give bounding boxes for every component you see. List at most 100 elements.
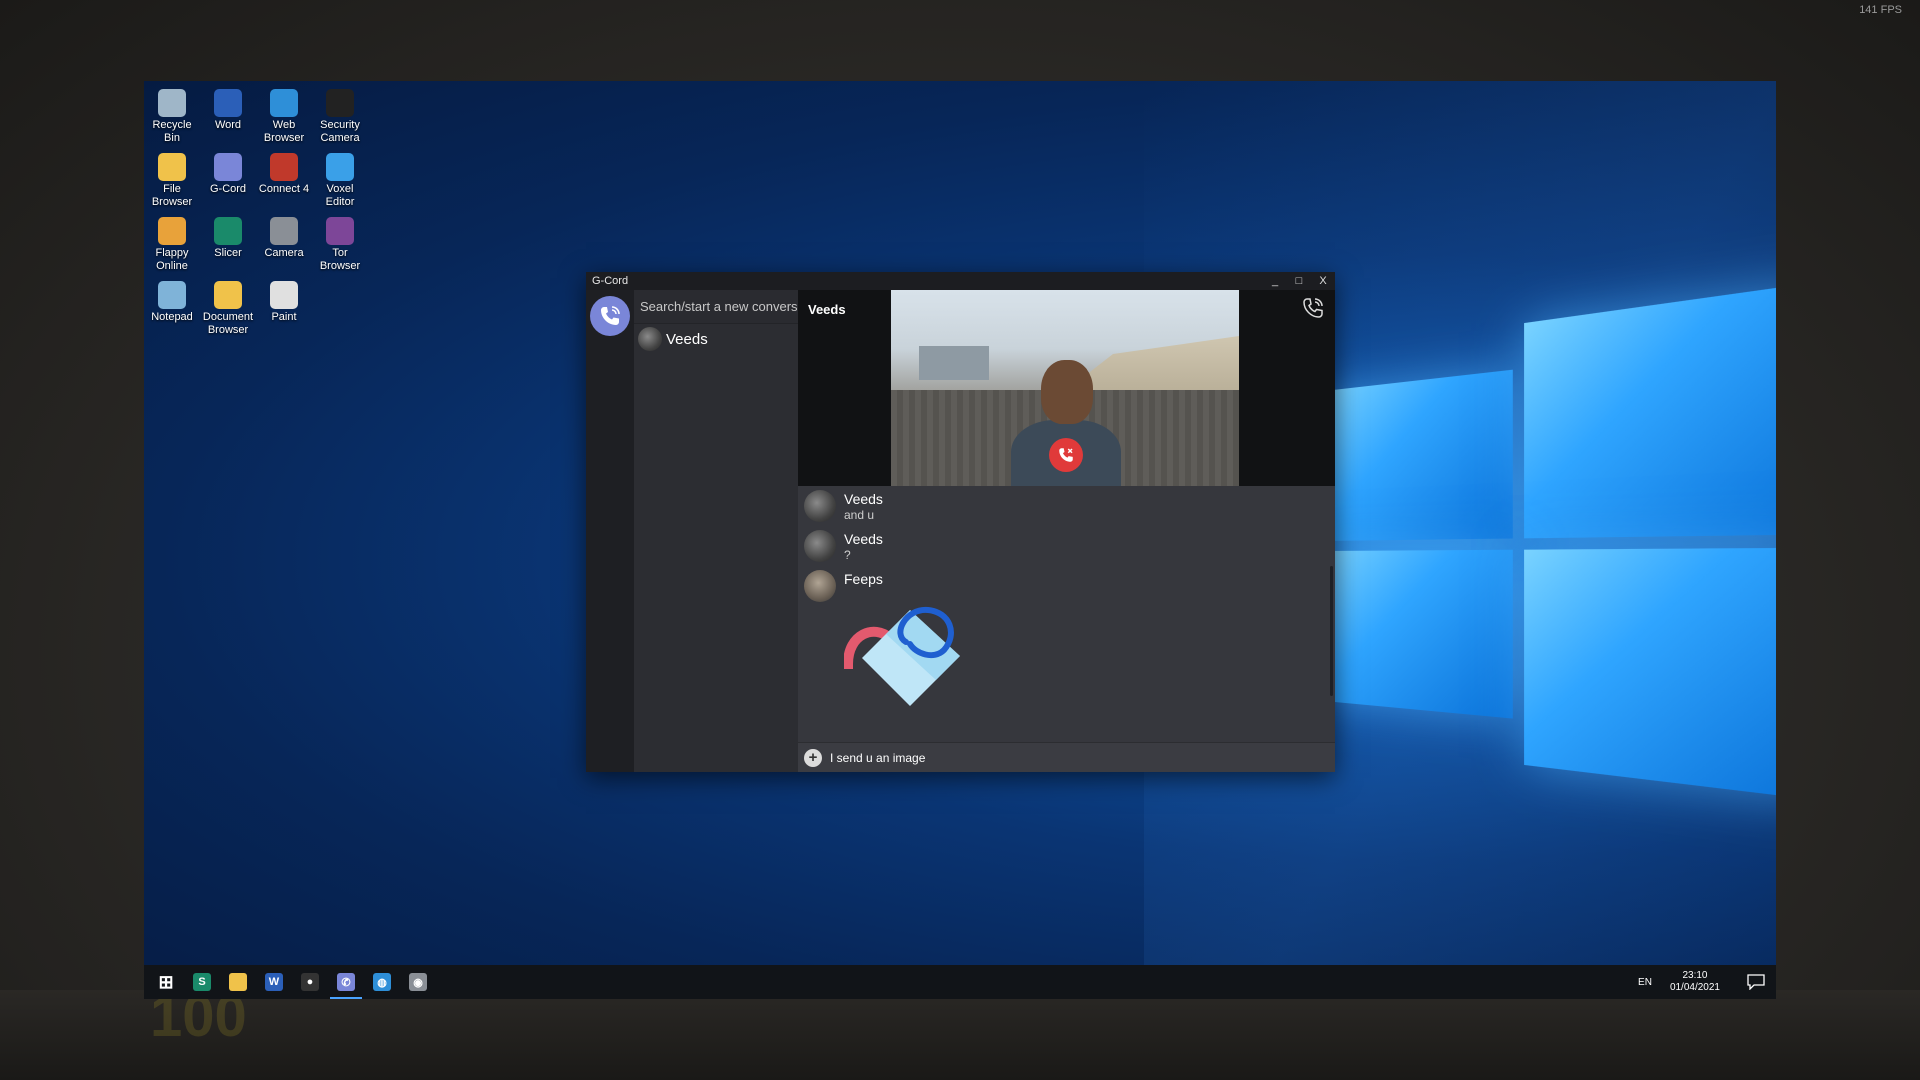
conversation-item[interactable]: Veeds — [634, 324, 798, 354]
call-button[interactable] — [1301, 296, 1325, 325]
tor-onion-icon — [326, 217, 354, 245]
language-indicator[interactable]: EN — [1638, 977, 1652, 988]
desktop-icon[interactable]: Camera — [256, 217, 312, 281]
desktop-icon-grid: Recycle Bin Word Web Browser Security Camer… — [144, 89, 384, 345]
notification-button[interactable] — [1736, 965, 1776, 999]
phone-icon — [601, 306, 620, 325]
desktop-icon[interactable]: Document Browser — [200, 281, 256, 345]
windows-logo-wallpaper — [1324, 282, 1776, 839]
desktop-icon-label: Web Browser — [263, 119, 305, 144]
notification-icon — [1747, 974, 1765, 990]
desktop-icon[interactable]: Paint — [256, 281, 312, 345]
hangup-button[interactable] — [1049, 438, 1083, 472]
gcord-icon: ✆ — [337, 973, 355, 991]
hangup-icon — [1059, 448, 1073, 462]
taskbar-security-camera[interactable]: ● — [292, 965, 328, 999]
camera-icon — [270, 217, 298, 245]
start-button[interactable]: ⊞ — [148, 965, 184, 999]
message: Veeds and u — [804, 490, 1335, 522]
slicer-icon: S — [193, 973, 211, 991]
message-author: Veeds — [844, 491, 883, 507]
folder-icon — [229, 973, 247, 991]
notepad-icon — [158, 281, 186, 309]
desktop-icon[interactable]: G-Cord — [200, 153, 256, 217]
message-author: Veeds — [844, 531, 883, 547]
desktop-icon[interactable]: Word — [200, 89, 256, 153]
globe-icon: ◍ — [373, 973, 391, 991]
search-input[interactable]: Search/start a new conversation — [634, 290, 798, 324]
avatar — [804, 570, 836, 602]
game-floor — [0, 990, 1920, 1080]
desktop-icon[interactable]: Connect 4 — [256, 153, 312, 217]
window-title: G-Cord — [592, 275, 629, 287]
taskbar-web-browser[interactable]: ◍ — [364, 965, 400, 999]
gcord-titlebar[interactable]: G-Cord _ □ X — [586, 272, 1335, 290]
windows-start-icon: ⊞ — [158, 971, 174, 992]
flappy-bird-icon — [158, 217, 186, 245]
paint-palette-icon — [270, 281, 298, 309]
desktop-icon[interactable]: Flappy Online — [144, 217, 200, 281]
message-image[interactable] — [842, 594, 984, 729]
paint-bucket-image — [842, 606, 960, 706]
clock-time: 23:10 — [1682, 970, 1708, 981]
desktop-icon-label: File Browser — [151, 183, 193, 208]
close-button[interactable]: X — [1311, 275, 1335, 287]
camera-icon: ◉ — [409, 973, 427, 991]
avatar — [638, 327, 662, 351]
desktop-icon[interactable]: Notepad — [144, 281, 200, 345]
desktop-icon[interactable]: File Browser — [144, 153, 200, 217]
desktop-icon-label: Document Browser — [202, 311, 254, 336]
word-icon — [214, 89, 242, 117]
desktop-icon[interactable]: Voxel Editor — [312, 153, 368, 217]
maximize-button[interactable]: □ — [1287, 275, 1311, 287]
desktop-icon[interactable]: Slicer — [200, 217, 256, 281]
taskbar-word[interactable]: W — [256, 965, 292, 999]
clock[interactable]: 23:10 01/04/2021 — [1670, 970, 1720, 994]
globe-icon — [270, 89, 298, 117]
message: Veeds ? — [804, 530, 1335, 562]
call-contact-name: Veeds — [808, 302, 846, 317]
message-author: Feeps — [844, 571, 883, 587]
avatar — [804, 530, 836, 562]
add-attachment-button[interactable]: + — [804, 748, 822, 767]
desktop-icon[interactable]: Security Camera — [312, 89, 368, 153]
clock-date: 01/04/2021 — [1669, 982, 1720, 993]
document-folder-icon — [214, 281, 242, 309]
gcord-window[interactable]: G-Cord _ □ X Search/start a new conversa… — [586, 272, 1335, 772]
desktop-icon[interactable]: Tor Browser — [312, 217, 368, 281]
avatar — [804, 490, 836, 522]
conversation-sidebar: Search/start a new conversation Veeds — [634, 290, 798, 772]
connect4-icon — [270, 153, 298, 181]
chat-main: Veeds Veeds and u Veeds ? Feeps + I send… — [798, 290, 1335, 772]
taskbar-camera[interactable]: ◉ — [400, 965, 436, 999]
message-text: ? — [844, 548, 851, 562]
desktop-icon-label: Flappy Online — [155, 247, 189, 272]
scrollbar[interactable] — [1330, 566, 1333, 696]
desktop-icon-label: Word — [214, 119, 242, 131]
desktop-icon-label: Connect 4 — [258, 183, 310, 195]
desktop-icon-label: Slicer — [214, 247, 242, 259]
desktop-icon-label: G-Cord — [209, 183, 247, 195]
desktop-icon-label: Notepad — [151, 311, 193, 323]
gcord-home-button[interactable] — [590, 296, 630, 336]
message-input[interactable] — [830, 750, 1230, 765]
desktop-icon-label: Paint — [271, 311, 297, 323]
taskbar-gcord[interactable]: ✆ — [328, 965, 364, 999]
word-icon: W — [265, 973, 283, 991]
voxel-cube-icon — [326, 153, 354, 181]
security-camera-icon: ● — [301, 973, 319, 991]
minimize-button[interactable]: _ — [1263, 275, 1287, 287]
desktop-icon-label: Voxel Editor — [325, 183, 355, 208]
recycle-bin-icon — [158, 89, 186, 117]
desktop-icon[interactable]: Web Browser — [256, 89, 312, 153]
message-list[interactable]: Veeds and u Veeds ? Feeps — [798, 486, 1335, 742]
video-feed — [891, 290, 1239, 486]
desktop-icon-label: Camera — [264, 247, 304, 259]
desktop-icon-label: Security Camera — [320, 119, 360, 144]
server-rail — [586, 290, 634, 772]
message-text: and u — [844, 508, 875, 522]
folder-icon — [158, 153, 186, 181]
taskbar-file-browser[interactable] — [220, 965, 256, 999]
desktop-icon[interactable]: Recycle Bin — [144, 89, 200, 153]
taskbar-slicer[interactable]: S — [184, 965, 220, 999]
